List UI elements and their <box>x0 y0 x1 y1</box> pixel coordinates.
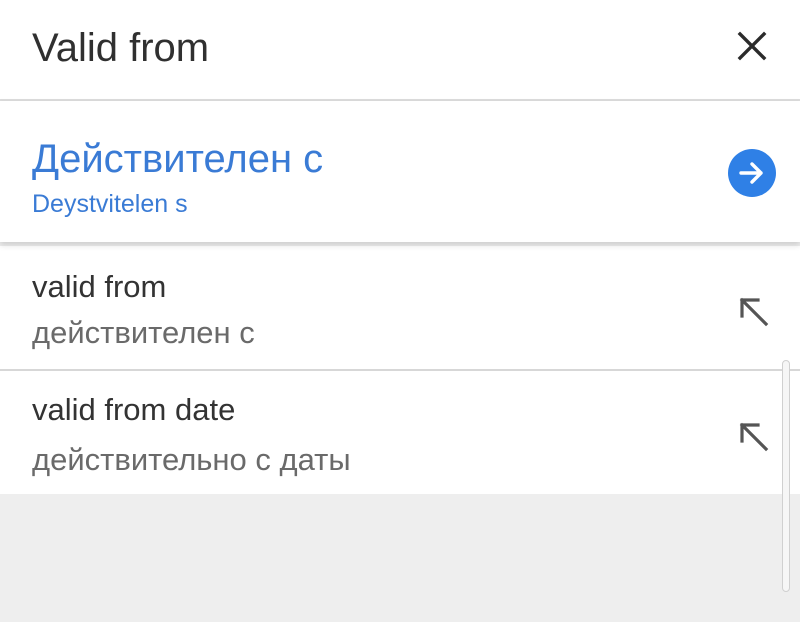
translation-result[interactable]: Действителен с Deystvitelen s <box>0 101 800 242</box>
close-button[interactable] <box>722 20 782 72</box>
suggestion-source-text: valid from date <box>32 392 236 427</box>
scrollbar[interactable] <box>782 360 790 592</box>
arrow-up-left-icon <box>739 297 769 327</box>
suggestion-source-text: valid from <box>32 269 167 304</box>
insert-suggestion-button[interactable] <box>728 286 778 336</box>
suggestion-translation-text: действителен с <box>32 315 255 350</box>
translation-text: Действителен с <box>32 137 324 181</box>
suggestion-item[interactable]: valid from действителен с <box>0 246 800 371</box>
page-title: Valid from <box>32 26 210 70</box>
transliteration-text: Deystvitelen s <box>32 190 188 218</box>
header-bar: Valid from <box>0 0 800 101</box>
arrow-right-circle-icon <box>739 162 763 184</box>
insert-suggestion-button[interactable] <box>728 411 778 461</box>
arrow-up-left-icon <box>739 422 769 452</box>
suggestion-translation-text: действительно с даты <box>32 442 351 477</box>
suggestion-item[interactable]: valid from date действительно с даты <box>0 371 800 494</box>
close-icon <box>737 31 767 61</box>
open-translation-button[interactable] <box>728 149 776 197</box>
